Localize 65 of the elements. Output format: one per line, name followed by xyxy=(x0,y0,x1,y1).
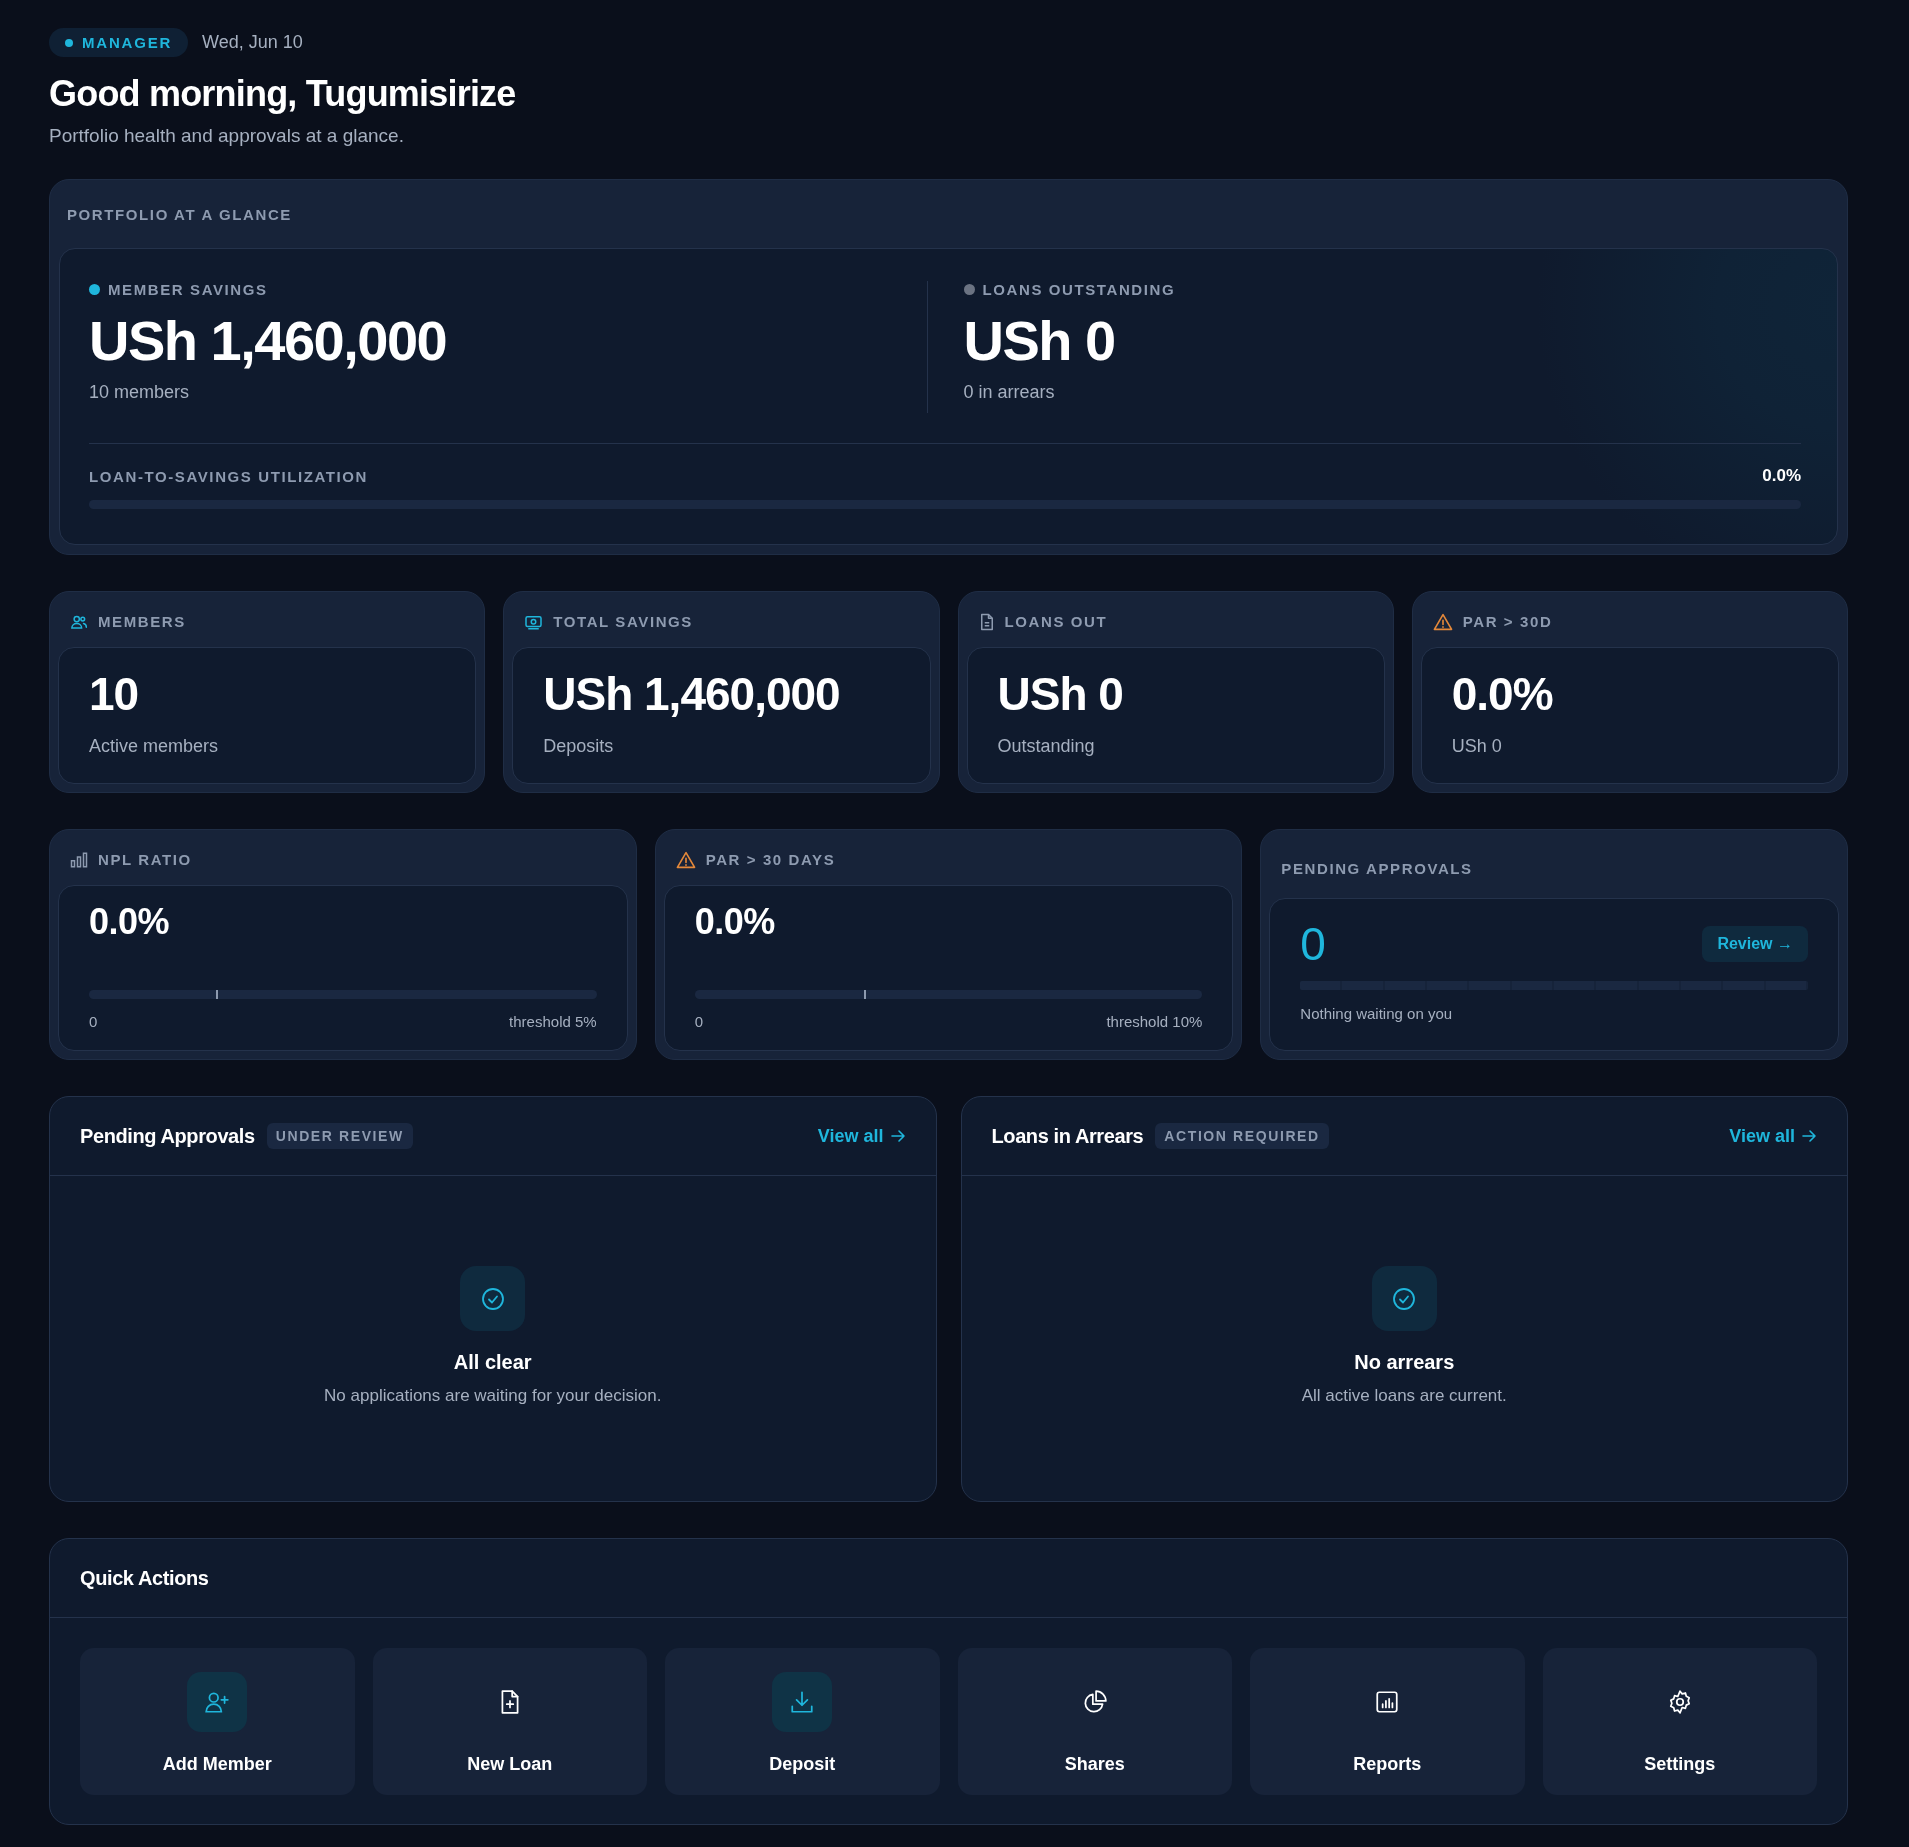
greeting-title: Good morning, Tugumisirize xyxy=(49,73,517,115)
view-all-link[interactable]: View all xyxy=(817,1125,906,1147)
threshold-label: threshold 5% xyxy=(509,1013,597,1030)
date-text: Wed, Jun 10 xyxy=(202,32,303,53)
quick-action-tile[interactable]: Settings xyxy=(1542,1648,1817,1795)
stat-note: Active members xyxy=(89,736,220,757)
empty-title: All clear xyxy=(453,1351,532,1374)
quick-action-tile[interactable]: New Loan xyxy=(372,1648,647,1795)
ratio-label: PAR > 30 DAYS xyxy=(705,851,836,868)
quick-action-tile[interactable]: Shares xyxy=(957,1648,1232,1795)
scale-start: 0 xyxy=(89,1013,98,1030)
metric-note: 0 in arrears xyxy=(963,382,1056,403)
warning-icon xyxy=(675,850,696,869)
review-button[interactable]: Review → xyxy=(1702,926,1808,962)
panel-title: Loans in Arrears xyxy=(991,1124,1144,1148)
status-tag: UNDER REVIEW xyxy=(266,1123,413,1149)
empty-message: All active loans are current. xyxy=(1301,1386,1507,1406)
pending-note: Nothing waiting on you xyxy=(1300,1005,1454,1022)
utilization-label: LOAN-TO-SAVINGS UTILIZATION xyxy=(89,467,369,485)
stat-value: USh 1,460,000 xyxy=(543,667,841,722)
scale-start: 0 xyxy=(694,1013,703,1030)
metric-value: USh 0 xyxy=(963,308,1116,374)
stat-value: 10 xyxy=(89,667,140,722)
threshold-label: threshold 10% xyxy=(1106,1013,1203,1030)
panel-title: Quick Actions xyxy=(80,1566,209,1590)
quick-action-tile[interactable]: Reports xyxy=(1250,1648,1525,1795)
warning-icon xyxy=(1432,612,1453,631)
check-circle-icon xyxy=(1392,1286,1417,1311)
ratio-value: 0.0% xyxy=(89,900,171,944)
stat-note: USh 0 xyxy=(1451,736,1503,757)
quick-action-tile[interactable]: Add Member xyxy=(80,1648,355,1795)
utilization-reading: 0.0% xyxy=(1762,466,1801,486)
report-icon xyxy=(1374,1689,1401,1715)
stat-label: TOTAL SAVINGS xyxy=(553,613,693,630)
ratio-value: 0.0% xyxy=(694,900,776,944)
stat-note: Deposits xyxy=(543,736,615,757)
pending-label: PENDING APPROVALS xyxy=(1281,859,1473,877)
ratio-label: NPL RATIO xyxy=(98,851,192,868)
arrow-right-icon xyxy=(1801,1128,1817,1144)
empty-title: No arrears xyxy=(1354,1351,1455,1374)
quick-action-tile[interactable]: Deposit xyxy=(665,1648,940,1795)
stat-value: 0.0% xyxy=(1451,667,1554,722)
pie-chart-icon xyxy=(1081,1689,1108,1715)
stat-note: Outstanding xyxy=(997,736,1096,757)
role-badge: MANAGER xyxy=(49,28,189,57)
section-title: PORTFOLIO AT A GLANCE xyxy=(67,205,292,223)
arrow-right-icon xyxy=(889,1128,906,1144)
pending-count: 0 xyxy=(1300,919,1326,969)
stat-label: MEMBERS xyxy=(98,613,186,630)
stat-label: PAR > 30D xyxy=(1462,613,1553,630)
metric-label: LOANS OUTSTANDING xyxy=(982,281,1176,298)
metric-label: MEMBER SAVINGS xyxy=(108,281,268,298)
metric-note: 10 members xyxy=(89,382,191,403)
panel-title: Pending Approvals xyxy=(80,1124,255,1148)
check-circle-icon xyxy=(480,1286,505,1311)
metric-value: USh 1,460,000 xyxy=(89,308,448,374)
stat-label: LOANS OUT xyxy=(1004,613,1108,630)
document-icon xyxy=(978,612,995,631)
stat-value: USh 0 xyxy=(997,667,1124,722)
view-all-link[interactable]: View all xyxy=(1729,1125,1817,1147)
subtitle: Portfolio health and approvals at a glance. xyxy=(49,125,405,147)
empty-message: No applications are waiting for your decision. xyxy=(324,1386,662,1406)
bar-chart-icon xyxy=(70,850,88,869)
status-tag: ACTION REQUIRED xyxy=(1155,1123,1329,1149)
download-icon xyxy=(789,1689,816,1715)
